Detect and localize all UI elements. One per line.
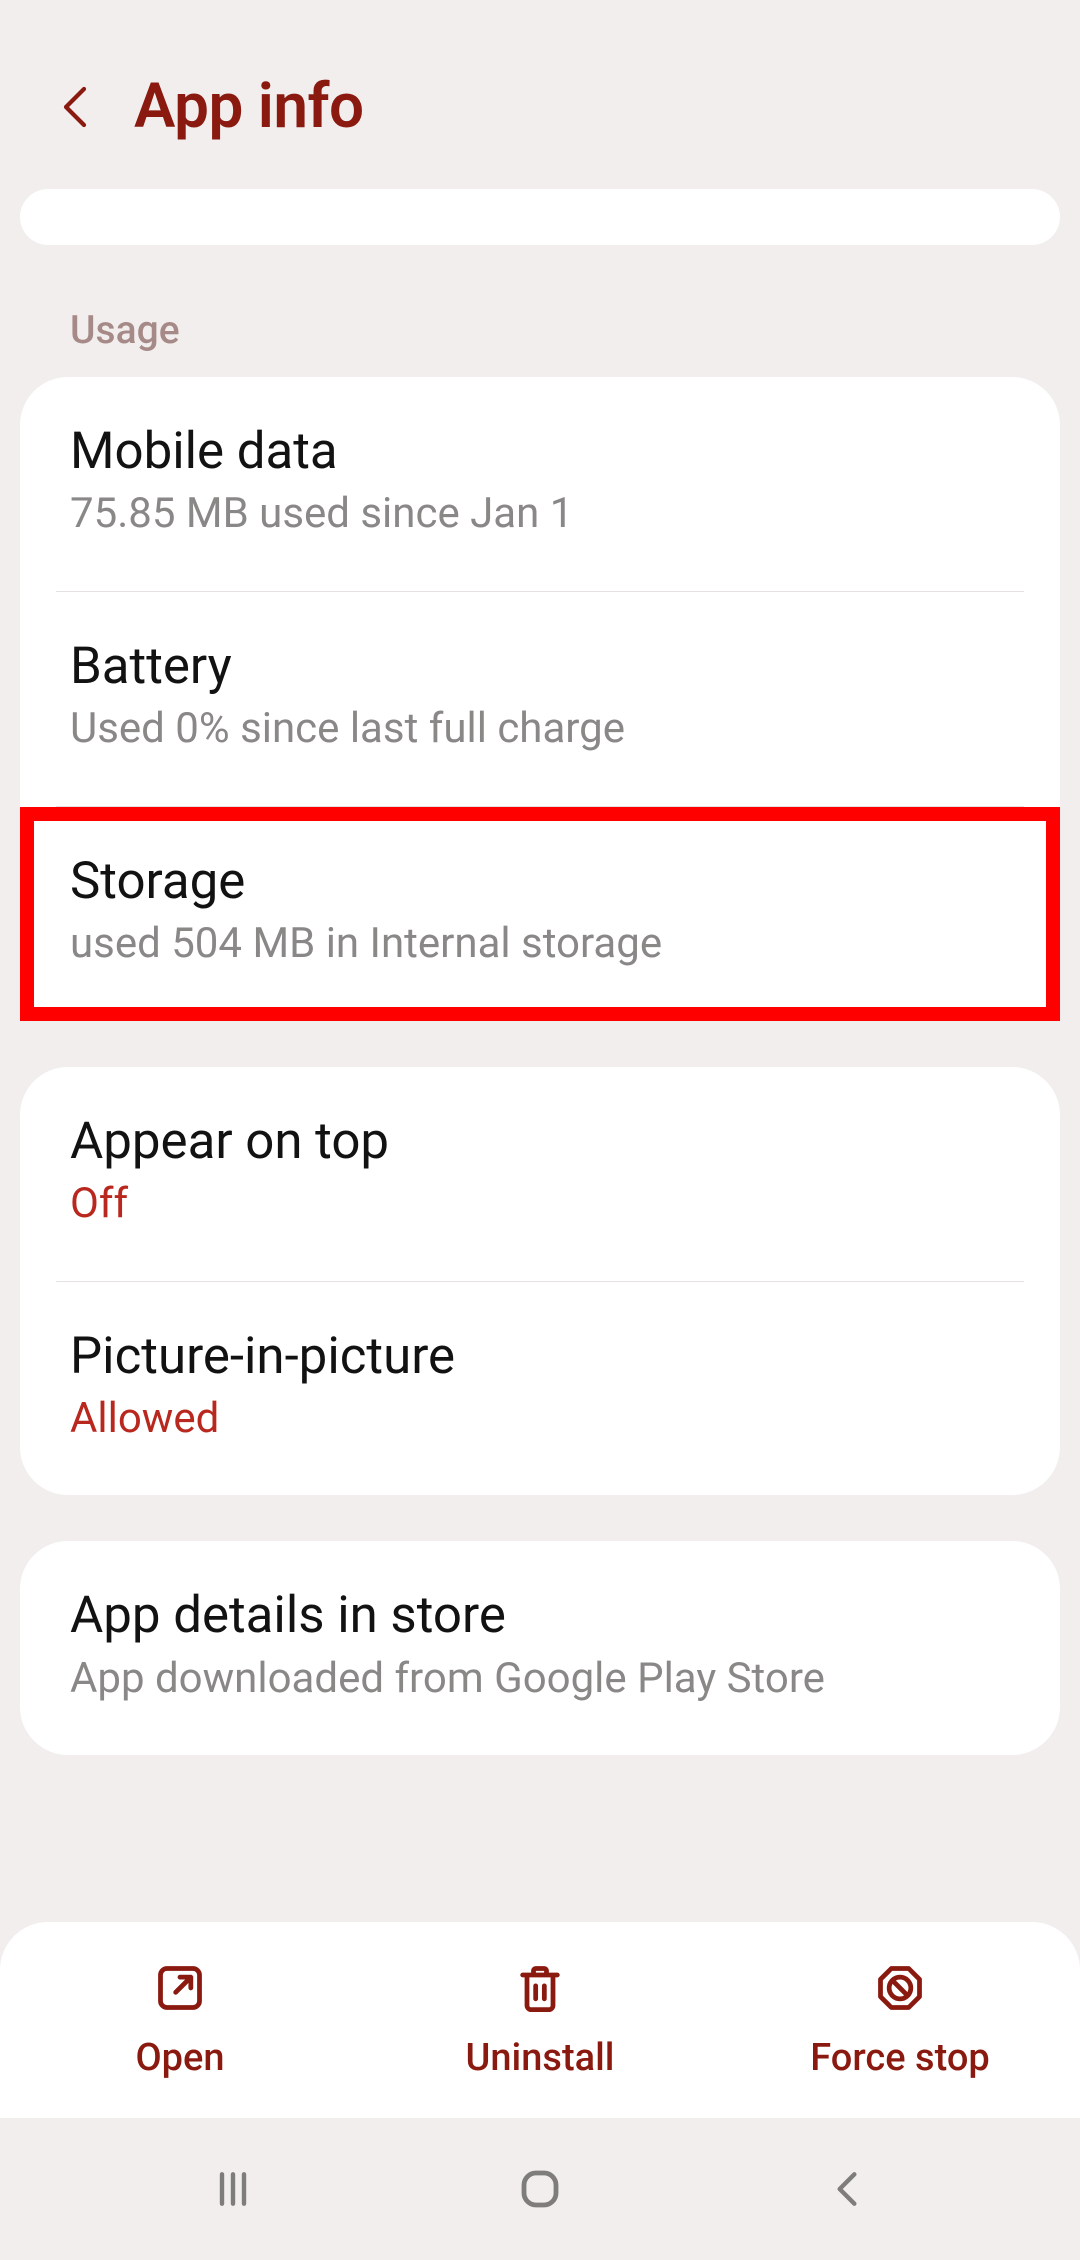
action-label: Open — [135, 2036, 224, 2080]
bottom-action-bar: Open Uninstall Force stop — [0, 1922, 1080, 2118]
item-title: Mobile data — [70, 421, 1010, 482]
home-button[interactable] — [505, 2154, 575, 2224]
back-nav-button[interactable] — [812, 2154, 882, 2224]
usage-card: Mobile data 75.85 MB used since Jan 1 Ba… — [20, 377, 1060, 1021]
section-header-usage: Usage — [20, 307, 1060, 377]
item-subtitle: Used 0% since last full charge — [70, 701, 1010, 758]
item-title: Appear on top — [70, 1111, 1010, 1172]
item-title: Picture-in-picture — [70, 1326, 1010, 1387]
mobile-data-item[interactable]: Mobile data 75.85 MB used since Jan 1 — [20, 377, 1060, 591]
home-icon — [516, 2165, 564, 2213]
page-title: App info — [134, 70, 364, 143]
chevron-left-icon — [825, 2167, 869, 2211]
open-button[interactable]: Open — [0, 1960, 360, 2080]
system-nav-bar — [0, 2118, 1080, 2260]
item-subtitle: Allowed — [70, 1391, 1010, 1448]
action-label: Uninstall — [466, 2036, 615, 2080]
stop-icon — [872, 1960, 928, 2016]
picture-in-picture-item[interactable]: Picture-in-picture Allowed — [20, 1282, 1060, 1496]
recents-button[interactable] — [198, 2154, 268, 2224]
force-stop-button[interactable]: Force stop — [720, 1960, 1080, 2080]
appear-on-top-item[interactable]: Appear on top Off — [20, 1067, 1060, 1281]
display-modes-card: Appear on top Off Picture-in-picture All… — [20, 1067, 1060, 1496]
storage-item[interactable]: Storage used 504 MB in Internal storage — [20, 807, 1060, 1021]
store-card: App details in store App downloaded from… — [20, 1541, 1060, 1755]
item-subtitle: 75.85 MB used since Jan 1 — [70, 486, 1010, 543]
recents-icon — [211, 2167, 255, 2211]
item-subtitle: used 504 MB in Internal storage — [70, 916, 1010, 973]
uninstall-button[interactable]: Uninstall — [360, 1960, 720, 2080]
battery-item[interactable]: Battery Used 0% since last full charge — [20, 592, 1060, 806]
action-label: Force stop — [810, 2036, 990, 2080]
content-scroll[interactable]: Usage Mobile data 75.85 MB used since Ja… — [0, 173, 1080, 1912]
trash-icon — [512, 1960, 568, 2016]
open-icon — [152, 1960, 208, 2016]
previous-card-partial — [20, 189, 1060, 245]
back-button[interactable] — [50, 82, 100, 132]
header: App info — [0, 0, 1080, 173]
item-subtitle: Off — [70, 1176, 1010, 1233]
app-details-store-item[interactable]: App details in store App downloaded from… — [20, 1541, 1060, 1755]
item-title: Storage — [70, 851, 1010, 912]
chevron-left-icon — [57, 83, 93, 131]
item-title: Battery — [70, 636, 1010, 697]
item-title: App details in store — [70, 1585, 1010, 1646]
item-subtitle: App downloaded from Google Play Store — [70, 1651, 1010, 1708]
